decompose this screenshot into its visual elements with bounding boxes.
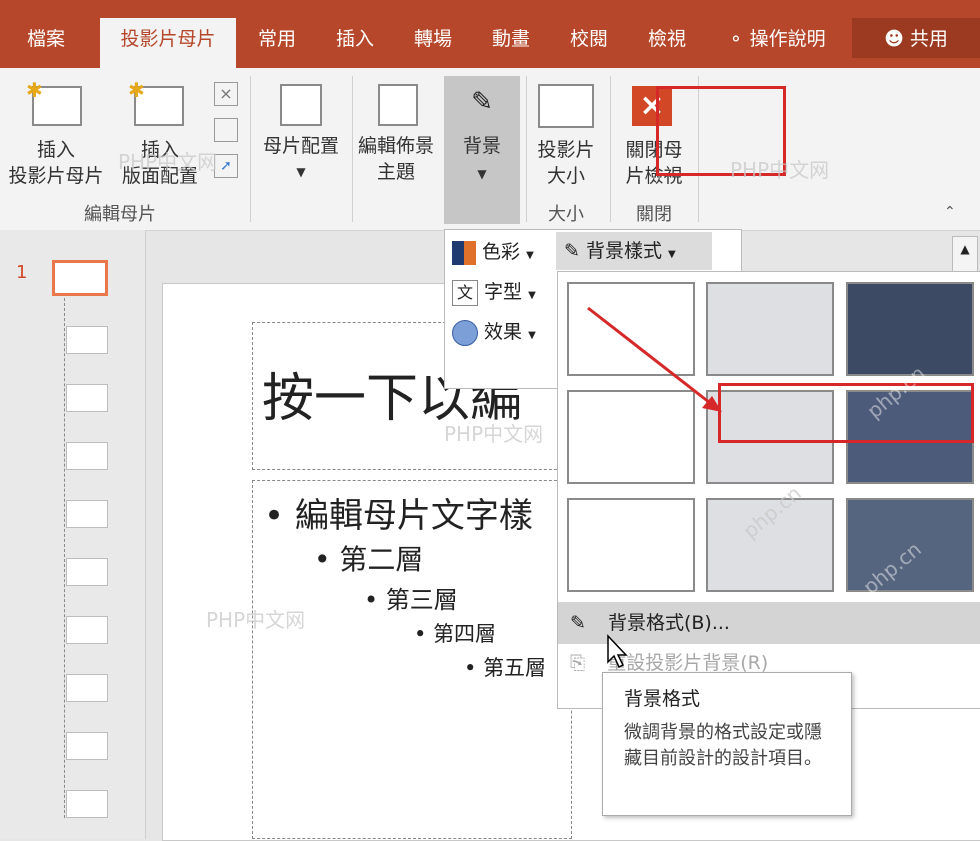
watermark: PHP中文网	[118, 150, 218, 174]
watermark: PHP中文网	[444, 422, 544, 446]
annotation-highlight-box	[718, 383, 974, 443]
mouse-cursor-icon	[607, 634, 628, 669]
watermark: PHP中文网	[206, 608, 306, 632]
tooltip-body: 微調背景的格式設定或隱藏目前設計的設計項目。	[624, 722, 822, 769]
watermark: PHP中文网	[730, 158, 830, 182]
tooltip-title: 背景格式	[624, 688, 701, 710]
